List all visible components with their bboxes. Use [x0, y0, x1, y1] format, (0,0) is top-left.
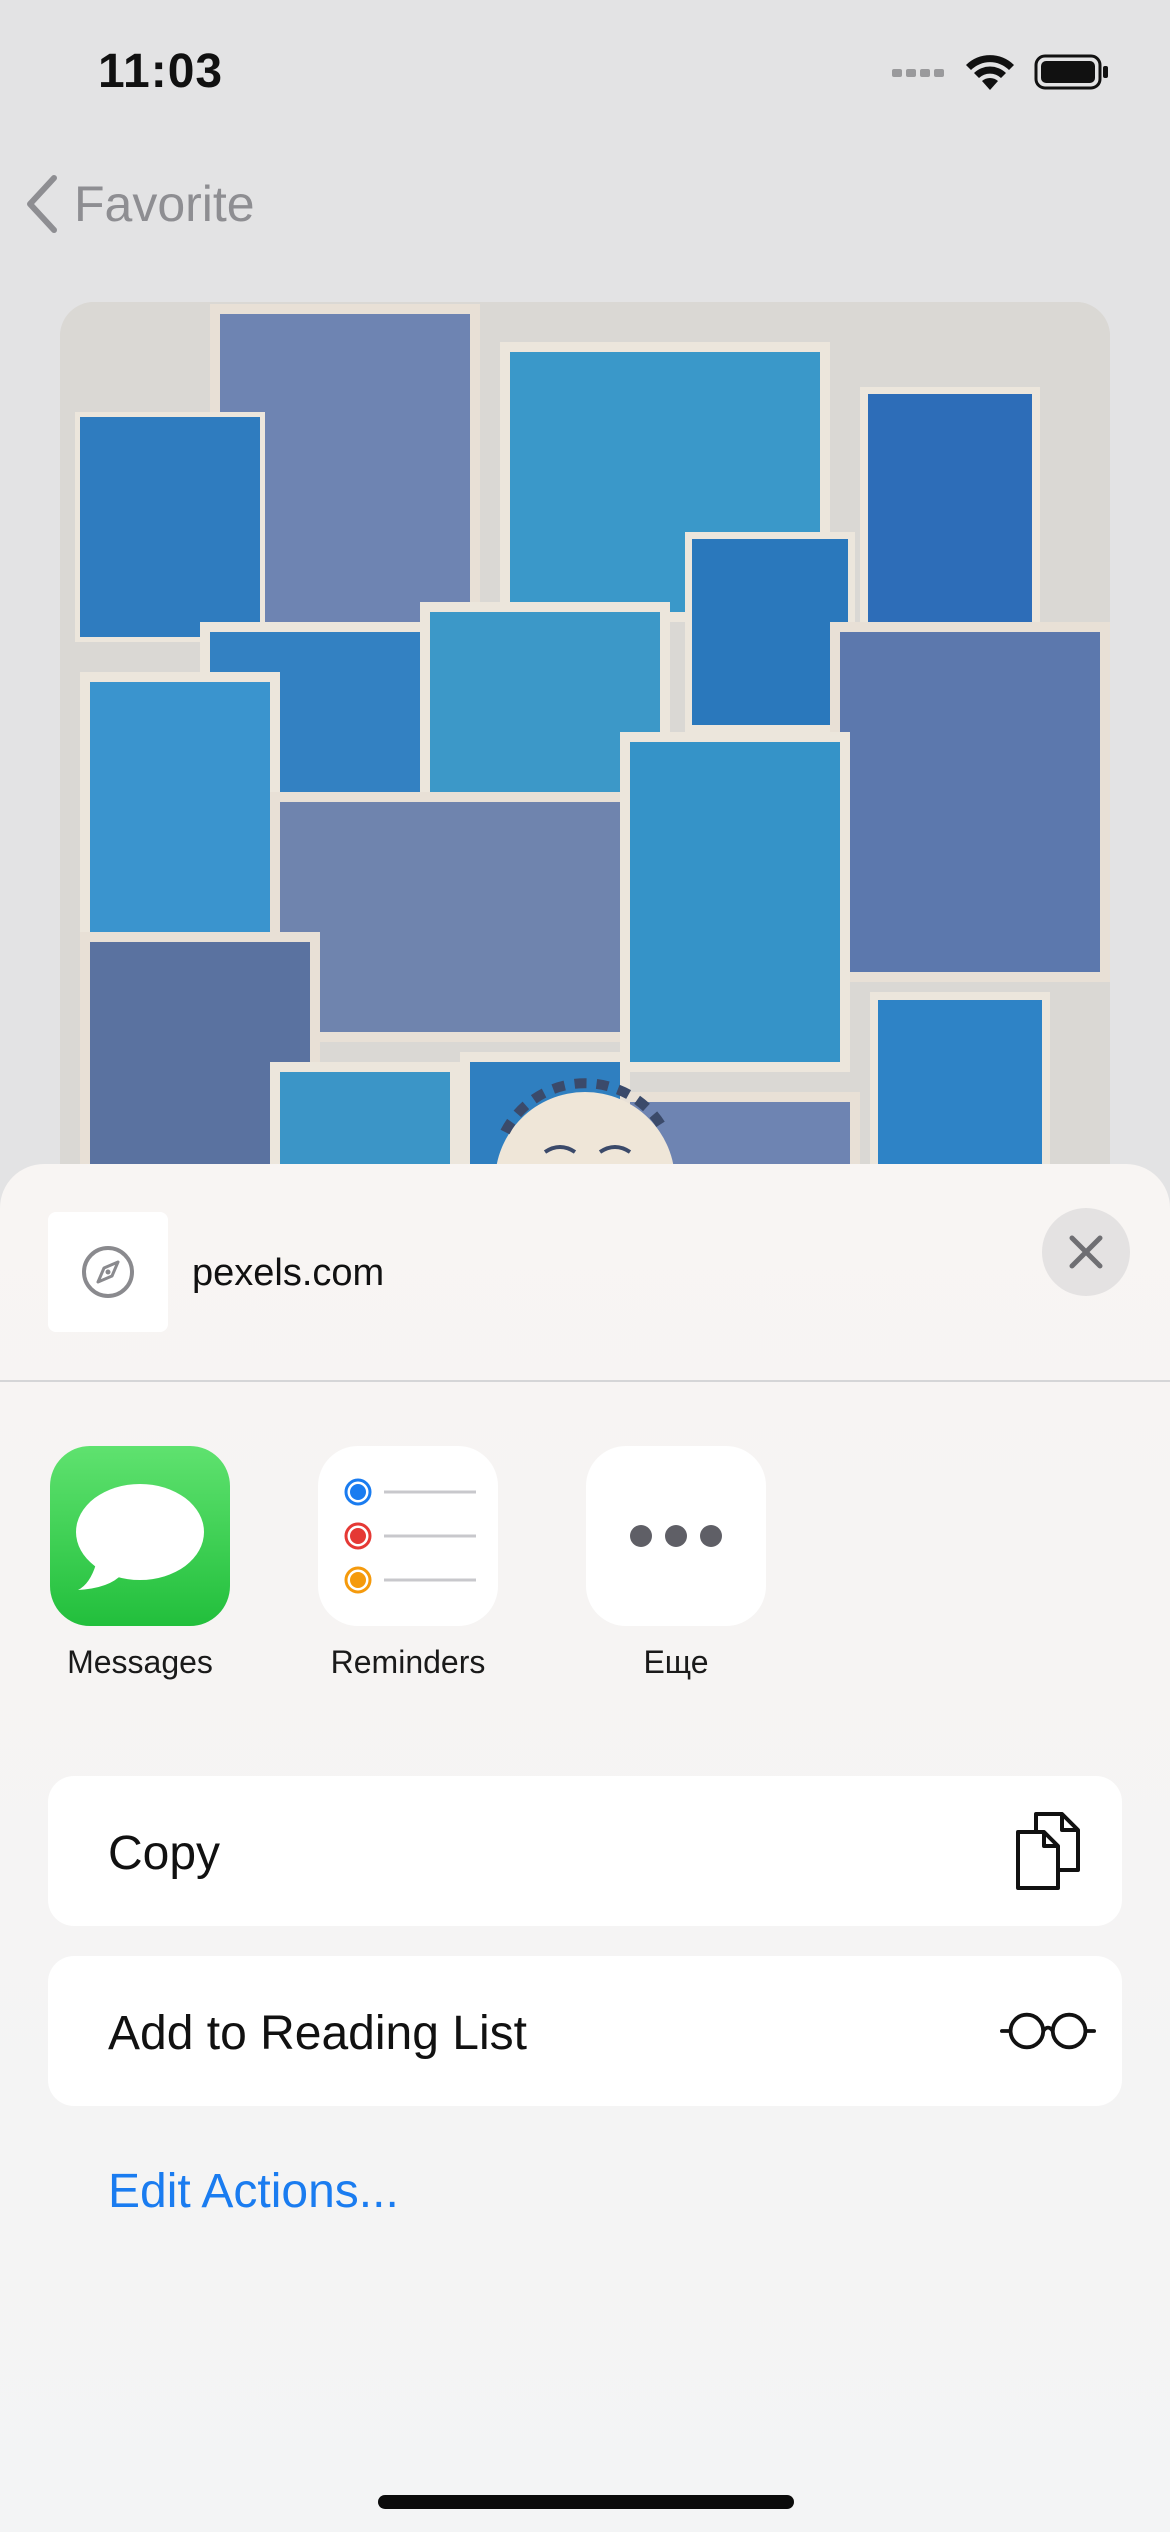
messages-icon	[50, 1446, 230, 1626]
app-label: Messages	[67, 1644, 213, 1680]
wifi-icon	[966, 55, 1014, 90]
more-icon	[586, 1446, 766, 1626]
status-time: 11:03	[98, 45, 224, 98]
app-more[interactable]: Еще	[576, 1446, 776, 1681]
add-to-reading-list-action[interactable]: Add to Reading List	[48, 1956, 1122, 2106]
action-label: Add to Reading List	[108, 2007, 527, 2060]
action-label: Copy	[108, 1827, 221, 1880]
home-indicator	[378, 2495, 794, 2509]
compass-icon	[82, 1246, 134, 1298]
status-bar: 11:03	[0, 0, 1170, 150]
copy-action[interactable]: Copy	[48, 1776, 1122, 1926]
copy-icon	[1000, 1806, 1096, 1896]
close-button[interactable]	[1042, 1208, 1130, 1296]
back-label: Favorite	[74, 176, 255, 232]
cellular-signal-icon	[892, 69, 944, 77]
app-reminders[interactable]: Reminders	[308, 1446, 508, 1681]
close-icon	[1069, 1235, 1103, 1269]
app-label: Еще	[643, 1644, 709, 1680]
share-sheet-header: pexels.com	[0, 1164, 1170, 1382]
site-thumbnail	[48, 1212, 168, 1332]
chevron-left-icon	[27, 175, 57, 233]
status-icons	[892, 52, 1110, 92]
back-button[interactable]: Favorite	[22, 174, 255, 234]
share-sheet: pexels.com Messages Reminders Еще Copy A…	[0, 1164, 1170, 2532]
battery-icon	[1034, 54, 1108, 90]
navigation-bar: Favorite	[0, 160, 1170, 260]
app-label: Reminders	[330, 1644, 486, 1680]
edit-actions-link[interactable]: Edit Actions...	[108, 2164, 399, 2219]
reminders-icon	[318, 1446, 498, 1626]
reading-list-icon	[1000, 1986, 1096, 2076]
site-name: pexels.com	[192, 1252, 385, 1294]
artwork-photo	[60, 302, 1110, 1202]
app-messages[interactable]: Messages	[40, 1446, 240, 1681]
